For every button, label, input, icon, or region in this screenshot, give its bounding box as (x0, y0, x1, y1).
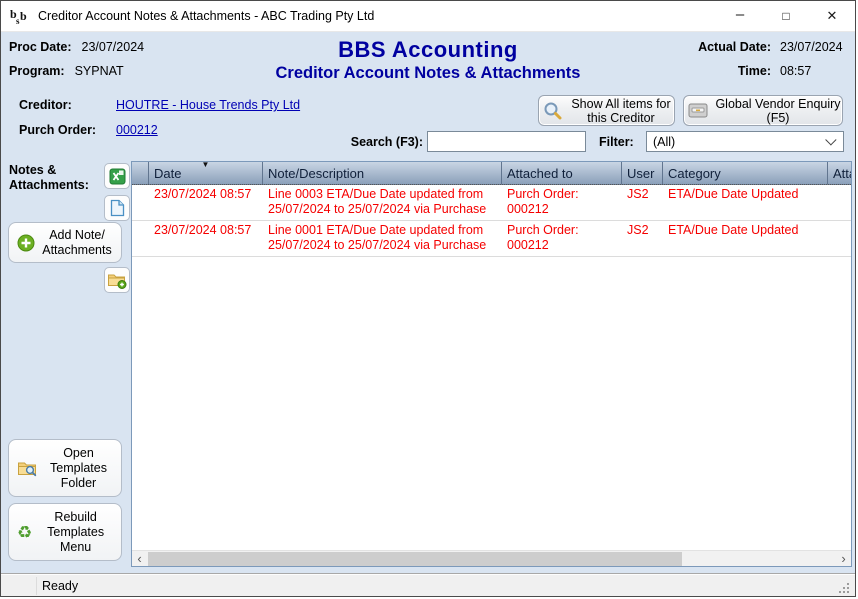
global-vendor-enquiry-label: Global Vendor Enquiry (F5) (714, 97, 842, 125)
time-label: Time: (738, 64, 771, 78)
scroll-right-icon[interactable]: › (836, 551, 851, 567)
add-note-attachments-label: Add Note/ Attachments (39, 228, 121, 258)
status-bar: Ready (1, 573, 855, 597)
chevron-down-icon (825, 134, 836, 145)
column-header-date[interactable]: ▼ Date (148, 162, 262, 184)
excel-icon (109, 168, 126, 185)
table-row[interactable]: 23/07/2024 08:57 Line 0003 ETA/Due Date … (132, 184, 851, 221)
scroll-left-icon[interactable]: ‹ (132, 551, 147, 567)
notes-attachments-label: Notes & Attachments: (9, 163, 101, 193)
actual-date-label: Actual Date: (698, 40, 771, 54)
column-header-user[interactable]: User (621, 162, 662, 184)
rebuild-templates-menu-label: Rebuild Templates Menu (36, 510, 121, 555)
table-row[interactable]: 23/07/2024 08:57 Line 0001 ETA/Due Date … (132, 221, 851, 257)
search-label: Search (F3): (331, 135, 423, 149)
attach-folder-button[interactable] (104, 267, 130, 293)
cell-attached-to: Purch Order: 000212 (501, 223, 621, 253)
creditor-block: Creditor: HOUTRE - House Trends Pty Ltd … (19, 98, 300, 148)
global-vendor-enquiry-button[interactable]: Global Vendor Enquiry (F5) (683, 95, 843, 126)
purch-order-label: Purch Order: (19, 123, 116, 137)
status-text: Ready (42, 579, 78, 593)
column-header-attached-to[interactable]: Attached to (501, 162, 621, 184)
window-title: Creditor Account Notes & Attachments - A… (38, 9, 374, 23)
column-header-category[interactable]: Category (662, 162, 827, 184)
cell-category: ETA/Due Date Updated (662, 223, 827, 253)
export-excel-button[interactable] (104, 163, 130, 189)
scrollbar-thumb[interactable] (148, 552, 682, 566)
app-window: b s b Creditor Account Notes & Attachmen… (0, 0, 856, 597)
maximize-button[interactable]: □ (763, 1, 809, 32)
cell-date: 23/07/2024 08:57 (148, 223, 262, 253)
show-all-items-label: Show All items for this Creditor (568, 97, 674, 125)
title-bar: b s b Creditor Account Notes & Attachmen… (1, 1, 855, 32)
card-file-icon (688, 102, 708, 119)
cell-date: 23/07/2024 08:57 (148, 187, 262, 217)
column-header-note-description[interactable]: Note/Description (262, 162, 501, 184)
creditor-link[interactable]: HOUTRE - House Trends Pty Ltd (116, 98, 300, 112)
add-note-attachments-button[interactable]: Add Note/ Attachments (8, 222, 122, 263)
cell-attached-to: Purch Order: 000212 (501, 187, 621, 217)
cell-category: ETA/Due Date Updated (662, 187, 827, 217)
document-icon (110, 199, 125, 217)
column-header-attach[interactable]: Attach (827, 162, 852, 184)
new-document-button[interactable] (104, 195, 130, 221)
filter-selected-value: (All) (653, 135, 675, 149)
rebuild-templates-menu-button[interactable]: ♻ Rebuild Templates Menu (8, 503, 122, 561)
filter-label: Filter: (599, 135, 634, 149)
sort-descending-icon: ▼ (202, 162, 210, 169)
svg-text:b: b (20, 9, 27, 23)
cell-user: JS2 (621, 187, 662, 217)
close-button[interactable]: ✕ (809, 1, 855, 32)
recycle-icon: ♻ (17, 524, 32, 541)
purch-order-link[interactable]: 000212 (116, 123, 158, 137)
cell-note: Line 0003 ETA/Due Date updated from 25/0… (262, 187, 501, 217)
magnifier-icon (543, 101, 562, 120)
horizontal-scrollbar[interactable]: ‹ › (132, 550, 851, 566)
header-right: Actual Date: 23/07/2024 Time: 08:57 (698, 40, 848, 88)
grid-header-row: ▼ Date Note/Description Attached to User… (132, 162, 851, 185)
resize-grip-icon[interactable] (839, 583, 841, 585)
plus-circle-icon (17, 234, 35, 252)
time-value: 08:57 (780, 64, 848, 78)
column-header-selector[interactable] (132, 162, 148, 184)
cell-note: Line 0001 ETA/Due Date updated from 25/0… (262, 223, 501, 253)
minimize-button[interactable]: – (717, 1, 763, 32)
filter-dropdown[interactable]: (All) (646, 131, 844, 152)
actual-date-value: 23/07/2024 (780, 40, 848, 54)
status-divider (36, 577, 37, 595)
notes-grid: ▼ Date Note/Description Attached to User… (131, 161, 852, 567)
folder-add-icon (107, 271, 127, 289)
creditor-label: Creditor: (19, 98, 116, 112)
open-templates-folder-button[interactable]: Open Templates Folder (8, 439, 122, 497)
folder-search-icon (17, 459, 38, 478)
app-logo-icon: b s b (10, 7, 30, 25)
cell-user: JS2 (621, 223, 662, 253)
open-templates-folder-label: Open Templates Folder (42, 446, 121, 491)
show-all-items-button[interactable]: Show All items for this Creditor (538, 95, 675, 126)
search-input[interactable] (427, 131, 586, 152)
